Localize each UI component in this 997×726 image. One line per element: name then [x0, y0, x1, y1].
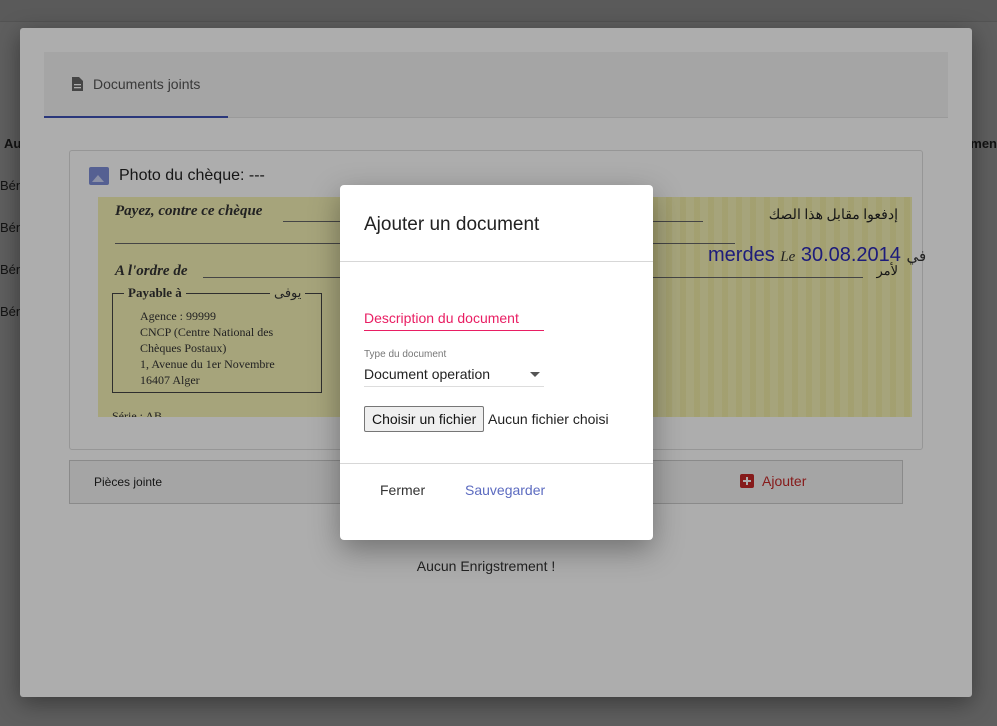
- description-input[interactable]: [364, 305, 544, 331]
- file-status: Aucun fichier choisi: [488, 411, 609, 427]
- caret-down-icon: [530, 372, 540, 377]
- close-button[interactable]: Fermer: [380, 482, 425, 498]
- modal-title: Ajouter un document: [364, 214, 540, 235]
- document-type-select[interactable]: Document operation: [364, 363, 544, 387]
- document-type-value: Document operation: [364, 366, 491, 382]
- add-document-modal: Ajouter un document Type du document Doc…: [340, 185, 653, 540]
- type-label: Type du document: [364, 349, 447, 360]
- divider: [340, 463, 653, 464]
- divider: [340, 261, 653, 262]
- choose-file-button[interactable]: Choisir un fichier: [364, 406, 485, 432]
- save-button[interactable]: Sauvegarder: [465, 482, 545, 498]
